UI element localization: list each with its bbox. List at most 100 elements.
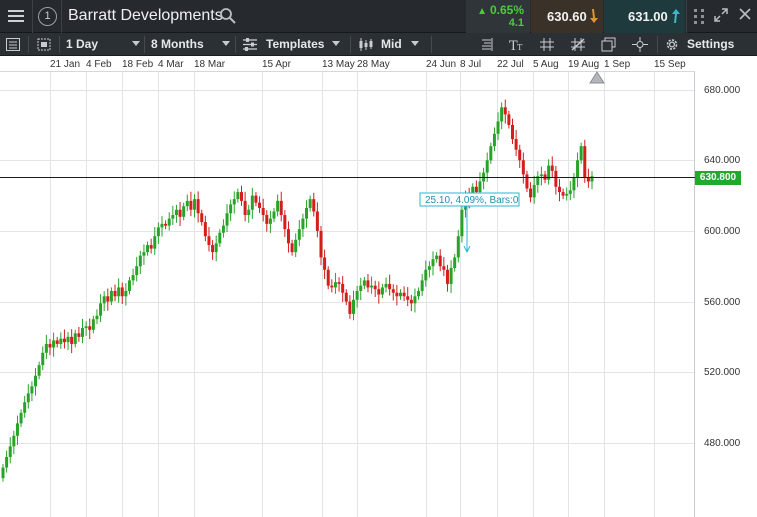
candle-down: [149, 245, 153, 249]
candle-down: [344, 292, 348, 302]
divider: [235, 36, 236, 53]
candle-down: [279, 200, 283, 216]
menu-button[interactable]: [0, 0, 32, 33]
buy-price-button[interactable]: 631.00: [604, 0, 685, 33]
candle-up: [308, 199, 312, 208]
candle-down: [200, 213, 204, 223]
candle-down: [402, 292, 406, 297]
crosshair-icon[interactable]: [632, 37, 648, 52]
candle-down: [341, 283, 345, 293]
candle-down: [62, 338, 66, 343]
candle-up: [276, 200, 280, 212]
time-tick-label: 13 May: [322, 59, 355, 70]
candle-up: [247, 209, 251, 216]
chart-toolbar: 1 Day 8 Months Templates Mid TT Settings: [0, 33, 757, 56]
chevron-down-icon[interactable]: [222, 41, 230, 46]
candle-down: [474, 186, 478, 193]
templates-icon[interactable]: [242, 37, 258, 52]
price-type-select[interactable]: Mid: [381, 33, 402, 56]
drawing-tools-icon[interactable]: [570, 37, 586, 52]
price-up-arrow-icon: [672, 9, 680, 23]
link-group-badge[interactable]: 1: [38, 7, 57, 26]
candle-down: [189, 200, 193, 210]
candle-up: [424, 269, 428, 281]
interval-select[interactable]: 1 Day: [66, 33, 98, 56]
candle-up: [174, 209, 178, 216]
candle-up: [384, 283, 388, 288]
candle-up: [182, 206, 186, 217]
duplicate-window-icon[interactable]: [601, 37, 617, 52]
candle-up: [453, 257, 457, 269]
period-select[interactable]: 8 Months: [151, 33, 204, 56]
candle-down: [391, 289, 395, 293]
chevron-down-icon[interactable]: [411, 41, 419, 46]
templates-button[interactable]: Templates: [266, 33, 324, 56]
candle-up: [135, 266, 139, 276]
close-icon[interactable]: [735, 0, 757, 33]
candle-down: [326, 269, 330, 286]
candle-up: [26, 393, 30, 403]
candle-down: [164, 223, 168, 226]
candle-up: [214, 243, 218, 253]
candle-down: [196, 199, 200, 214]
sell-price: 630.60: [547, 9, 587, 24]
hamburger-icon-line: [8, 20, 24, 22]
candle-up: [37, 365, 41, 376]
candles: [1, 99, 594, 482]
text-tool-icon[interactable]: TT: [508, 37, 524, 52]
candlestick-icon[interactable]: [358, 37, 374, 52]
sell-price-button[interactable]: 630.60: [531, 0, 603, 33]
candle-up: [160, 223, 164, 228]
time-cursor-marker-icon[interactable]: [589, 70, 605, 84]
candle-up: [301, 218, 305, 230]
candle-down: [77, 333, 81, 337]
candle-up: [456, 236, 460, 258]
candle-up: [489, 146, 493, 161]
list-icon[interactable]: [5, 37, 21, 52]
candle-up: [221, 225, 225, 233]
candle-down: [203, 222, 207, 237]
maximize-icon[interactable]: [710, 0, 732, 33]
indicators-icon[interactable]: [478, 37, 494, 52]
daily-change: 0.65% 4.1: [466, 0, 530, 33]
candle-down: [521, 160, 525, 175]
gear-icon[interactable]: [664, 37, 680, 52]
search-icon[interactable]: [219, 7, 237, 25]
candle-down: [120, 287, 124, 297]
candle-up: [19, 412, 23, 424]
measure-annotation[interactable]: 25.10, 4.09%, Bars:0: [419, 192, 520, 254]
candle-up: [142, 252, 146, 256]
candle-down: [366, 280, 370, 288]
candle-up: [572, 177, 576, 191]
candle-up: [413, 296, 417, 304]
candle-up: [156, 227, 160, 237]
candle-up: [1, 467, 5, 479]
last-price-badge: 630.800: [695, 170, 741, 185]
grid-handle-icon[interactable]: [689, 0, 711, 33]
candle-down: [207, 236, 211, 246]
candle-down: [514, 139, 518, 150]
candle-up: [124, 290, 128, 297]
chevron-down-icon[interactable]: [332, 41, 340, 46]
candle-up: [272, 211, 276, 219]
candle-down: [290, 243, 294, 253]
candle-down: [373, 285, 377, 290]
divider: [657, 36, 658, 53]
divider: [144, 36, 145, 53]
candle-up: [66, 336, 70, 343]
candle-down: [312, 199, 316, 212]
candle-down: [211, 245, 215, 253]
candle-up: [99, 303, 103, 316]
instrument-title[interactable]: Barratt Developments: [68, 7, 223, 27]
candle-down: [561, 192, 565, 196]
chevron-down-icon[interactable]: [132, 41, 140, 46]
candle-up: [44, 343, 48, 353]
candle-down: [286, 229, 290, 244]
layout-icon[interactable]: [36, 37, 52, 52]
crosshair-grid-icon[interactable]: [539, 37, 555, 52]
candle-up: [167, 218, 171, 226]
candle-up: [305, 207, 309, 219]
price-chart[interactable]: 25.10, 4.09%, Bars:0: [0, 72, 695, 517]
settings-button[interactable]: Settings: [687, 33, 734, 56]
candle-down: [445, 269, 449, 284]
